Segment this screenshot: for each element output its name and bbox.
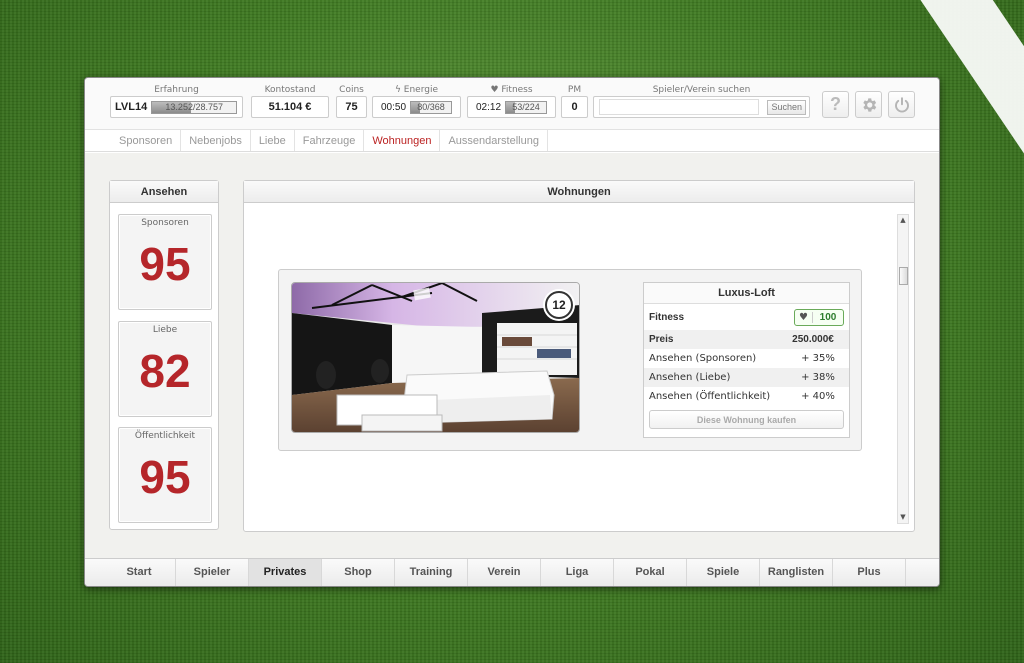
pm-stat: PM 0 [561, 84, 588, 118]
nav-ranglisten[interactable]: Ranglisten [760, 559, 833, 586]
scroll-thumb[interactable] [899, 267, 908, 285]
nav-shop[interactable]: Shop [322, 559, 395, 586]
scroll-down-icon[interactable]: ▼ [898, 512, 908, 523]
fitness-row: Fitness ♥ 100 [644, 304, 849, 330]
private-subnav: Sponsoren Nebenjobs Liebe Fahrzeuge Wohn… [85, 130, 939, 152]
bonus-value: + 40% [801, 391, 835, 402]
bonus-label: Ansehen (Liebe) [649, 372, 731, 383]
energy-stat: ϟ Energie 00:50 80/368 [372, 84, 461, 118]
apartments-scrollbar[interactable]: ▲ ▼ [897, 214, 909, 524]
subnav-aussendarstellung[interactable]: Aussendarstellung [440, 130, 548, 151]
xp-progress-bar: 13.252/28.757 [151, 100, 238, 114]
coins-value: 75 [336, 96, 367, 118]
main-content: Ansehen Sponsoren 95 Liebe 82 Öffentlich… [85, 153, 939, 559]
reputation-oeffentlichkeit-value: 95 [139, 451, 191, 503]
nav-spieler[interactable]: Spieler [176, 559, 249, 586]
buy-apartment-button[interactable]: Diese Wohnung kaufen [649, 410, 844, 429]
player-search: Spieler/Verein suchen Suchen [593, 84, 810, 118]
pm-label: PM [567, 85, 582, 95]
nav-start[interactable]: Start [103, 559, 176, 586]
energy-timer: 00:50 [380, 101, 407, 113]
bonus-value: + 35% [801, 353, 835, 364]
nav-pokal[interactable]: Pokal [614, 559, 687, 586]
fitness-progress-bar: 53/224 [505, 100, 548, 114]
search-input[interactable] [599, 99, 760, 115]
level-badge: 12 [545, 291, 573, 319]
reputation-liebe-label: Liebe [152, 325, 178, 335]
apartment-name: Luxus-Loft [644, 283, 849, 304]
subnav-fahrzeuge[interactable]: Fahrzeuge [295, 130, 365, 151]
search-label: Spieler/Verein suchen [652, 85, 751, 95]
power-icon [894, 96, 909, 112]
heart-icon: ♥ [490, 85, 499, 95]
apartment-photo: 12 [291, 282, 580, 433]
fitness-row-label: Fitness [649, 311, 685, 323]
subnav-wohnungen[interactable]: Wohnungen [364, 130, 441, 151]
search-button[interactable]: Suchen [767, 99, 806, 115]
energy-label: Energie [403, 85, 439, 95]
heart-icon: ♥ [795, 311, 813, 323]
bonus-row: Ansehen (Öffentlichkeit) + 40% [644, 387, 849, 406]
reputation-panel: Ansehen Sponsoren 95 Liebe 82 Öffentlich… [109, 180, 219, 530]
pm-value[interactable]: 0 [561, 96, 588, 118]
energy-text: 80/368 [417, 102, 445, 112]
reputation-oeffentlichkeit-label: Öffentlichkeit [134, 431, 196, 441]
stats-bar: Erfahrung LVL14 13.252/28.757 Kontostand… [85, 78, 939, 130]
experience-label: Erfahrung [154, 85, 199, 95]
main-nav: Start Spieler Privates Shop Training Ver… [85, 558, 939, 586]
balance-value: 51.104 € [251, 96, 329, 118]
coins-stat: Coins 75 [336, 84, 367, 118]
nav-verein[interactable]: Verein [468, 559, 541, 586]
reputation-title: Ansehen [110, 181, 218, 203]
apartments-title: Wohnungen [244, 181, 914, 203]
apartment-info: Luxus-Loft Fitness ♥ 100 Preis 250.000€ … [643, 282, 850, 438]
game-window: Erfahrung LVL14 13.252/28.757 Kontostand… [84, 77, 940, 587]
energy-progress-bar: 80/368 [410, 100, 453, 114]
nav-privates[interactable]: Privates [249, 559, 322, 586]
reputation-sponsoren-label: Sponsoren [141, 218, 189, 228]
bonus-value: + 38% [801, 372, 835, 383]
logout-button[interactable] [888, 91, 915, 118]
price-label: Preis [649, 334, 674, 345]
reputation-sponsoren: Sponsoren 95 [118, 214, 212, 310]
apartment-offer: 12 Luxus-Loft Fitness ♥ 100 Preis 250.00… [278, 269, 862, 451]
nav-plus[interactable]: Plus [833, 559, 906, 586]
reputation-oeffentlichkeit: Öffentlichkeit 95 [118, 427, 212, 523]
level-value: LVL14 [115, 101, 148, 113]
bonus-label: Ansehen (Öffentlichkeit) [649, 391, 771, 402]
nav-liga[interactable]: Liga [541, 559, 614, 586]
nav-spiele[interactable]: Spiele [687, 559, 760, 586]
fitness-badge-value: 100 [819, 311, 837, 323]
settings-button[interactable] [855, 91, 882, 118]
xp-text: 13.252/28.757 [165, 102, 223, 112]
fitness-label: Fitness [501, 85, 533, 95]
price-row: Preis 250.000€ [644, 330, 849, 349]
fitness-badge: ♥ 100 [794, 308, 844, 326]
fitness-timer: 02:12 [475, 101, 502, 113]
loft-image [292, 283, 579, 432]
help-icon: ? [830, 94, 841, 114]
reputation-liebe-value: 82 [139, 345, 191, 397]
subnav-liebe[interactable]: Liebe [251, 130, 295, 151]
balance-stat: Kontostand 51.104 € [251, 84, 329, 118]
nav-training[interactable]: Training [395, 559, 468, 586]
reputation-liebe: Liebe 82 [118, 321, 212, 417]
reputation-sponsoren-value: 95 [139, 238, 191, 290]
gear-icon [862, 97, 876, 112]
fitness-stat: ♥ Fitness 02:12 53/224 [467, 84, 556, 118]
bonus-row: Ansehen (Liebe) + 38% [644, 368, 849, 387]
apartments-panel: Wohnungen ▲ ▼ 12 Luxus-Loft Fitness ♥ 10… [243, 180, 915, 532]
balance-label: Kontostand [264, 85, 316, 95]
coins-label: Coins [339, 85, 364, 95]
bonus-label: Ansehen (Sponsoren) [649, 353, 757, 364]
subnav-nebenjobs[interactable]: Nebenjobs [181, 130, 251, 151]
fitness-text: 53/224 [512, 102, 540, 112]
subnav-sponsoren[interactable]: Sponsoren [111, 130, 182, 151]
bolt-icon: ϟ [394, 85, 401, 95]
experience-stat: Erfahrung LVL14 13.252/28.757 [110, 84, 243, 118]
help-button[interactable]: ? [822, 91, 849, 118]
price-value: 250.000€ [792, 334, 834, 345]
scroll-up-icon[interactable]: ▲ [898, 215, 908, 226]
bonus-row: Ansehen (Sponsoren) + 35% [644, 349, 849, 368]
